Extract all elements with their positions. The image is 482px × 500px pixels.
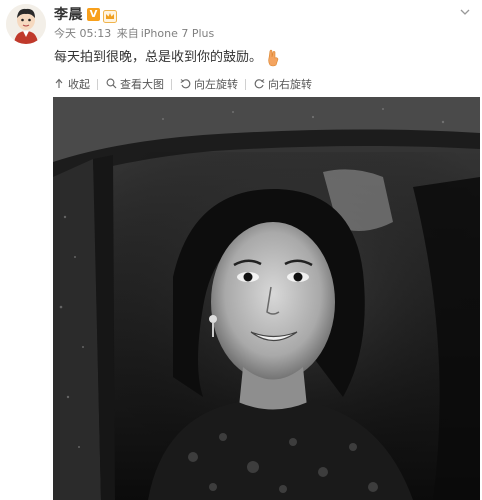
verified-badge-icon[interactable]: V bbox=[87, 7, 100, 21]
rotate-left-button[interactable]: 向左旋转 bbox=[179, 76, 238, 92]
image-toolbar: 收起 查看大图 向左旋转 向右旋转 bbox=[53, 75, 312, 93]
collapse-label: 收起 bbox=[68, 78, 90, 91]
username[interactable]: 李晨 bbox=[54, 4, 83, 24]
member-crown-icon[interactable] bbox=[103, 8, 117, 23]
post-text: 每天拍到很晚，总是收到你的鼓励。 bbox=[54, 49, 472, 67]
view-large-button[interactable]: 查看大图 bbox=[105, 76, 164, 92]
post-device[interactable]: iPhone 7 Plus bbox=[141, 27, 215, 40]
divider bbox=[171, 78, 172, 90]
rotate-left-icon bbox=[179, 78, 191, 90]
rotate-right-icon bbox=[253, 78, 265, 90]
search-icon bbox=[105, 78, 117, 90]
photo-image bbox=[53, 97, 480, 500]
collapse-icon bbox=[53, 78, 65, 90]
cartoon-avatar-icon bbox=[6, 4, 46, 44]
rotate-right-label: 向右旋转 bbox=[268, 78, 312, 91]
hand-emoji-icon bbox=[265, 49, 281, 67]
post-meta: 今天 05:13 来自 iPhone 7 Plus bbox=[54, 26, 472, 42]
post-photo[interactable] bbox=[53, 97, 480, 500]
collapse-button[interactable]: 收起 bbox=[53, 76, 90, 92]
rotate-left-label: 向左旋转 bbox=[194, 78, 238, 91]
divider bbox=[245, 78, 246, 90]
avatar[interactable] bbox=[6, 4, 46, 44]
source-prefix: 来自 bbox=[116, 27, 139, 40]
chevron-down-icon[interactable] bbox=[458, 6, 472, 20]
view-large-label: 查看大图 bbox=[120, 78, 164, 91]
divider bbox=[97, 78, 98, 90]
post-body: 每天拍到很晚，总是收到你的鼓励。 bbox=[54, 50, 263, 65]
post-header: 李晨 V 今天 05:13 来自 iPhone 7 Plus 每天拍到很晚，总是收… bbox=[54, 4, 472, 67]
rotate-right-button[interactable]: 向右旋转 bbox=[253, 76, 312, 92]
post-time[interactable]: 今天 05:13 bbox=[54, 27, 111, 40]
